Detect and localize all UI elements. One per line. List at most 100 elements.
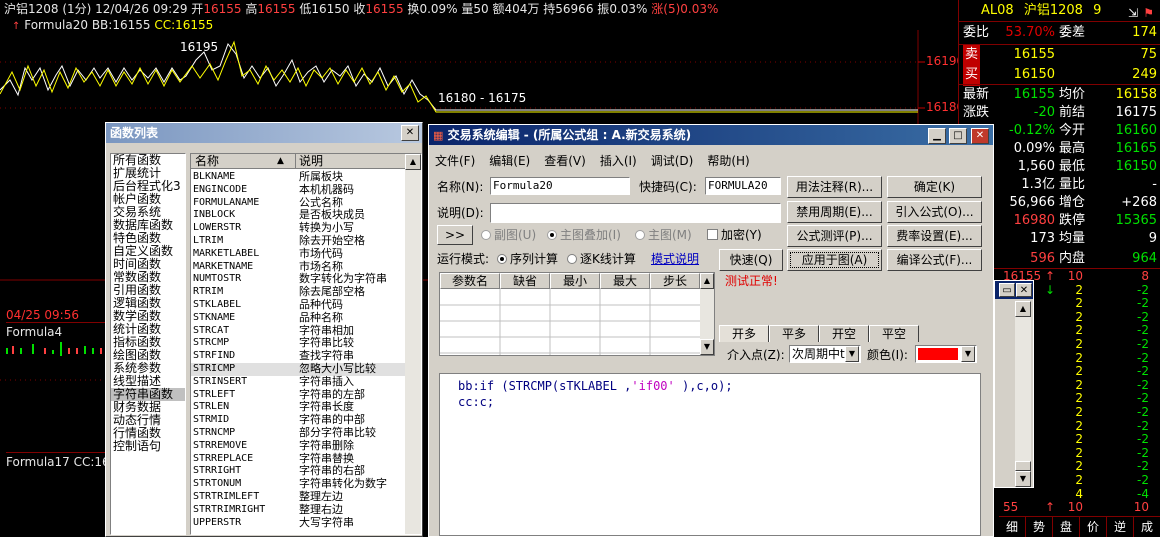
open-price: 16155 bbox=[203, 2, 242, 16]
param-column-header[interactable]: 缺省 bbox=[500, 273, 550, 289]
function-row[interactable]: STRTONUM 字符串转化为数字 bbox=[191, 477, 407, 491]
param-column-header[interactable]: 参数名 bbox=[440, 273, 500, 289]
function-row[interactable]: STKLABEL 品种代码 bbox=[191, 298, 407, 312]
close-icon[interactable]: ✕ bbox=[401, 125, 419, 141]
category-item[interactable]: 控制语句 bbox=[111, 440, 185, 453]
minimize-icon[interactable]: ▁ bbox=[928, 128, 946, 144]
chevron-down-icon[interactable]: ▼ bbox=[845, 346, 859, 362]
scroll-up-icon[interactable]: ▲ bbox=[700, 273, 714, 289]
chevron-down-icon[interactable]: ▼ bbox=[961, 346, 975, 362]
function-rows: BLKNAME 所属板块 ENGINCODE 本机机器码 FORMULANAME 公式名称… bbox=[191, 170, 407, 530]
trade-tab[interactable]: 开空 bbox=[819, 325, 869, 342]
sequence-radio[interactable]: 序列计算 bbox=[497, 251, 558, 267]
color-select[interactable]: ▼ bbox=[915, 345, 977, 363]
scroll-down-icon[interactable]: ▼ bbox=[700, 339, 714, 355]
mainchart-radio[interactable]: 主图(M) bbox=[635, 227, 692, 243]
fast-button[interactable]: 快速(Q) bbox=[719, 249, 783, 271]
param-column-header[interactable]: 步长 bbox=[650, 273, 700, 289]
usage-button[interactable]: 用法注释(R)... bbox=[787, 176, 882, 198]
encrypt-checkbox[interactable]: 加密(Y) bbox=[707, 227, 762, 243]
formula17-label: Formula17 CC:16 bbox=[6, 452, 110, 469]
code-line-1: bb:if (STRCMP(sTKLABEL ,'if00' ),c,o); bbox=[458, 379, 733, 393]
function-row[interactable]: STKNAME 品种名称 bbox=[191, 311, 407, 325]
trade-tab[interactable]: 平多 bbox=[769, 325, 819, 342]
function-row[interactable]: MARKETLABEL 市场代码 bbox=[191, 247, 407, 261]
code-editor[interactable]: bb:if (STRCMP(sTKLABEL ,'if00' ),c,o); c… bbox=[439, 373, 981, 536]
quote-tab[interactable]: 势 bbox=[1026, 517, 1053, 537]
function-row[interactable]: STRTRIMLEFT 整理左边 bbox=[191, 490, 407, 504]
quote-tab[interactable]: 细 bbox=[999, 517, 1026, 537]
function-list-window: 函数列表 ✕ 所有函数 扩展统计 后台程式化3 帐户函数 交易系统 数据库函数 特色函数 自定… bbox=[105, 122, 423, 537]
function-row[interactable]: STRNCMP 部分字符串比较 bbox=[191, 426, 407, 440]
function-scrollbar[interactable]: ▲ bbox=[405, 154, 421, 534]
close-icon[interactable]: ✕ bbox=[971, 128, 989, 144]
menu-item[interactable]: 插入(I) bbox=[600, 154, 637, 168]
quote-row: 委比 53.70% 委差 174 bbox=[963, 25, 1157, 40]
volume-bars bbox=[6, 342, 102, 356]
quote-tabs: 细势盘价逆成 bbox=[999, 516, 1160, 537]
ok-button[interactable]: 确定(K) bbox=[887, 176, 982, 198]
scroll-down-icon[interactable]: ▼ bbox=[1015, 471, 1031, 487]
quote-tab[interactable]: 成 bbox=[1134, 517, 1160, 537]
scroll-thumb[interactable] bbox=[1015, 461, 1031, 471]
close-icon[interactable]: ✕ bbox=[1016, 283, 1032, 297]
flag-icon[interactable]: ⚑ bbox=[1143, 2, 1154, 24]
function-list-titlebar[interactable]: 函数列表 bbox=[106, 123, 422, 143]
import-button[interactable]: 引入公式(O)... bbox=[887, 201, 982, 223]
col-desc-header[interactable]: 说明 bbox=[299, 154, 323, 169]
period-button[interactable]: 禁用周期(E)... bbox=[787, 201, 882, 223]
quote-tab[interactable]: 盘 bbox=[1053, 517, 1080, 537]
pin-icon[interactable]: ▭ bbox=[999, 283, 1015, 297]
cursor-icon[interactable]: ⇲ bbox=[1128, 2, 1138, 24]
expand-button[interactable]: >> bbox=[437, 225, 473, 245]
scroll-up-icon[interactable]: ▲ bbox=[405, 154, 421, 170]
function-row[interactable]: BLKNAME 所属板块 bbox=[191, 170, 407, 184]
entry-select[interactable]: 次周期中t ▼ bbox=[789, 345, 861, 363]
trade-tab[interactable]: 开多 bbox=[719, 325, 769, 342]
hotkey-field[interactable]: FORMULA20 bbox=[705, 177, 781, 195]
param-column-header[interactable]: 最大 bbox=[600, 273, 650, 289]
mode-help-link[interactable]: 模式说明 bbox=[651, 251, 699, 267]
app-icon: ▦ bbox=[433, 129, 444, 142]
subchart-radio[interactable]: 副图(U) bbox=[481, 227, 536, 243]
function-row[interactable]: UPPERSTR 大写字符串 bbox=[191, 516, 407, 530]
scroll-up-icon[interactable]: ▲ bbox=[1015, 301, 1031, 317]
maximize-icon[interactable]: □ bbox=[949, 128, 967, 144]
menu-item[interactable]: 帮助(H) bbox=[707, 154, 749, 168]
overlay-radio[interactable]: 主图叠加(I) bbox=[547, 227, 621, 243]
param-grid-lines bbox=[440, 289, 700, 355]
function-row[interactable]: STRTRIMRIGHT 整理右边 bbox=[191, 503, 407, 517]
editor-titlebar[interactable]: ▦ 交易系统编辑 - (所属公式组 : A.新交易系统) bbox=[429, 125, 993, 145]
quote-row: 买 16150 249 bbox=[959, 64, 1160, 86]
param-grid[interactable]: 参数名 缺省 最小 最大 步长 ▲ ▼ bbox=[439, 272, 715, 356]
name-field[interactable]: Formula20 bbox=[490, 177, 630, 195]
function-row[interactable]: STRINSERT 字符串插入 bbox=[191, 375, 407, 389]
menu-item[interactable]: 查看(V) bbox=[544, 154, 586, 168]
quote-tab[interactable]: 逆 bbox=[1107, 517, 1134, 537]
floating-scrollbar[interactable]: ▲ ▼ bbox=[1015, 301, 1031, 487]
compile-button[interactable]: 编译公式(F)... bbox=[887, 249, 982, 271]
param-scrollbar[interactable]: ▲ ▼ bbox=[700, 273, 714, 355]
trade-tab[interactable]: 平空 bbox=[869, 325, 919, 342]
editor-window: ▦ 交易系统编辑 - (所属公式组 : A.新交易系统) ▁ □ ✕ 文件(F)… bbox=[428, 124, 994, 537]
apply-button[interactable]: 应用于图(A) bbox=[787, 249, 882, 271]
quote-tab[interactable]: 价 bbox=[1080, 517, 1107, 537]
col-name-header[interactable]: 名称 bbox=[195, 154, 219, 169]
fee-button[interactable]: 费率设置(E)... bbox=[887, 225, 982, 247]
menu-item[interactable]: 编辑(E) bbox=[489, 154, 530, 168]
function-row[interactable]: STRREMOVE 字符串删除 bbox=[191, 439, 407, 453]
param-column-header[interactable]: 最小 bbox=[550, 273, 600, 289]
function-table[interactable]: 名称 ▲ 说明 BLKNAME 所属板块 ENGINCODE 本机机器码 FORMULA… bbox=[190, 153, 422, 535]
function-row[interactable]: ENGINCODE 本机机器码 bbox=[191, 183, 407, 197]
function-row[interactable]: LTRIM 除去开始空格 bbox=[191, 234, 407, 248]
function-row[interactable]: STRICMP 忽略大小写比较 bbox=[191, 362, 407, 376]
symbol-info: 沪铝1208 (1分) 12/04/26 09:29 bbox=[4, 2, 188, 16]
bar-radio[interactable]: 逐K线计算 bbox=[567, 251, 636, 267]
menu-item[interactable]: 调试(D) bbox=[651, 154, 694, 168]
desc-field[interactable] bbox=[490, 203, 781, 223]
test-button[interactable]: 公式测评(P)... bbox=[787, 225, 882, 247]
divider bbox=[959, 84, 1160, 85]
category-list[interactable]: 所有函数 扩展统计 后台程式化3 帐户函数 交易系统 数据库函数 特色函数 自定义函数 时间函数… bbox=[110, 153, 186, 535]
menu-bar: 文件(F) 编辑(E) 查看(V) 插入(I) 调试(D) 帮助(H) bbox=[435, 153, 764, 169]
menu-item[interactable]: 文件(F) bbox=[435, 154, 475, 168]
